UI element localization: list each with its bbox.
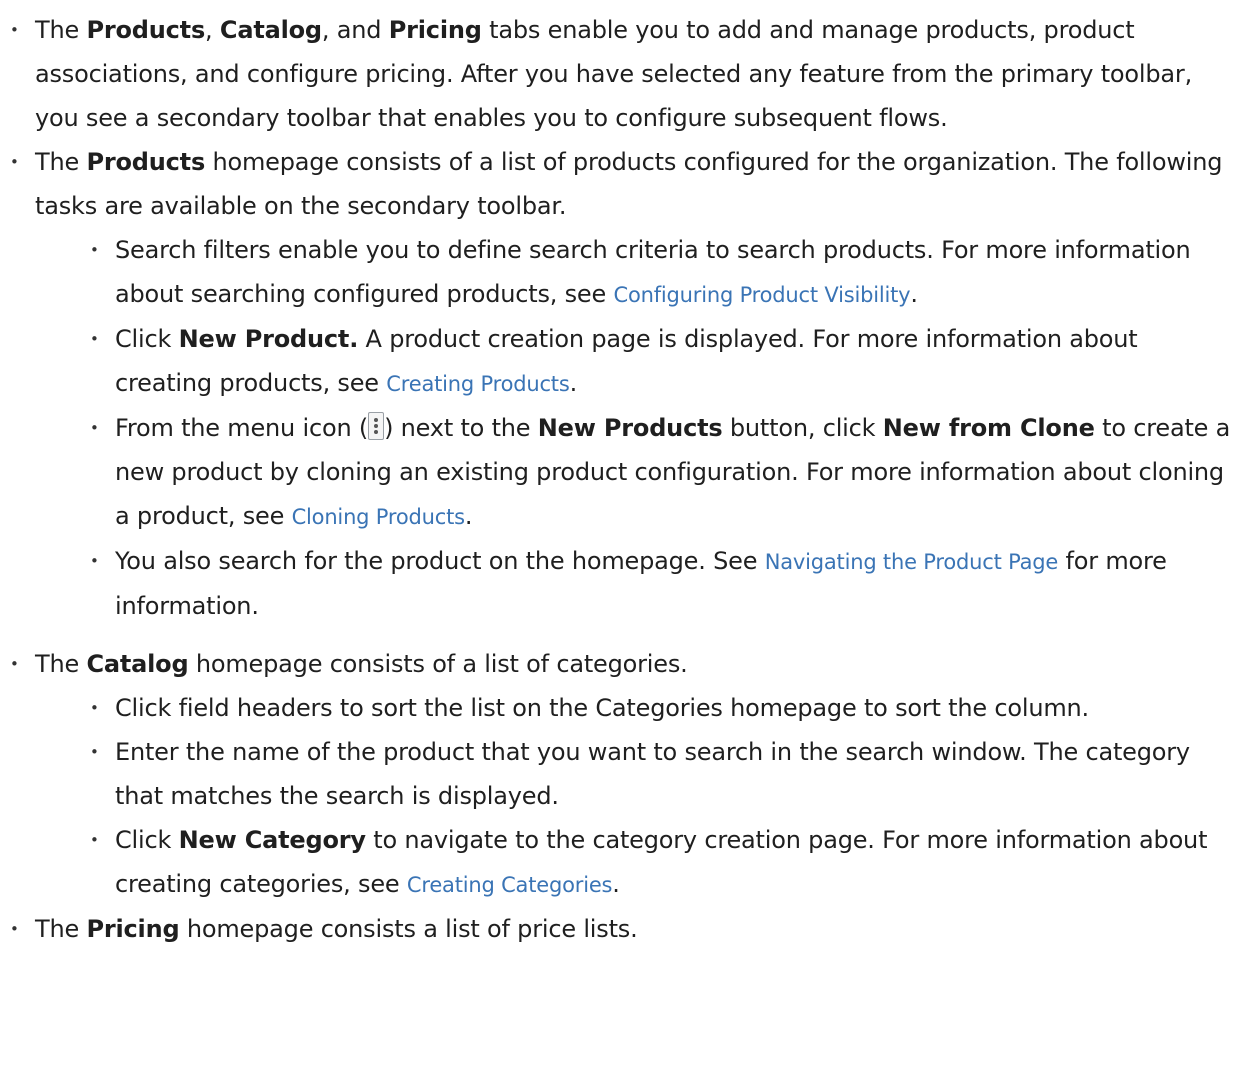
link-creating-products[interactable]: Creating Products: [386, 372, 569, 396]
text: You also search for the product on the h…: [115, 547, 765, 575]
text: .: [910, 280, 918, 308]
bold-products: Products: [86, 148, 206, 176]
text: Enter the name of the product that you w…: [115, 738, 1190, 810]
subitem-new-from-clone: From the menu icon ( ) next to the New Pr…: [90, 406, 1234, 539]
text: homepage consists a list of price lists.: [179, 915, 638, 943]
text: The: [35, 148, 87, 176]
text: homepage consists of a list of categorie…: [188, 650, 688, 678]
bold-new-from-clone: New from Clone: [882, 414, 1095, 442]
bold-pricing: Pricing: [86, 915, 180, 943]
text: .: [612, 870, 620, 898]
products-subtask-list: Search filters enable you to define sear…: [90, 228, 1234, 628]
text: From the menu icon (: [115, 414, 369, 442]
bold-products: Products: [86, 16, 206, 44]
bold-new-product: New Product.: [178, 325, 359, 353]
subitem-search-window: Enter the name of the product that you w…: [90, 730, 1234, 818]
bold-catalog: Catalog: [86, 650, 189, 678]
main-bullet-list: The Products, Catalog, and Pricing tabs …: [8, 8, 1234, 951]
subitem-new-product: Click New Product. A product creation pa…: [90, 317, 1234, 406]
text: homepage consists of a list of products …: [35, 148, 1223, 220]
subitem-sort-headers: Click field headers to sort the list on …: [90, 686, 1234, 730]
subitem-new-category: Click New Category to navigate to the ca…: [90, 818, 1234, 907]
link-navigating-product-page[interactable]: Navigating the Product Page: [765, 550, 1059, 574]
bullet-catalog-homepage: The Catalog homepage consists of a list …: [8, 642, 1234, 907]
link-configuring-product-visibility[interactable]: Configuring Product Visibility: [614, 283, 911, 307]
bullet-products-homepage: The Products homepage consists of a list…: [8, 140, 1234, 628]
bullet-pricing-homepage: The Pricing homepage consists a list of …: [8, 907, 1234, 951]
documentation-page: The Products, Catalog, and Pricing tabs …: [0, 0, 1240, 1072]
bold-pricing: Pricing: [388, 16, 482, 44]
text: The: [35, 16, 87, 44]
catalog-subtask-list: Click field headers to sort the list on …: [90, 686, 1234, 907]
text: .: [464, 502, 473, 530]
text: ) next to the: [384, 414, 538, 442]
text: button, click: [722, 414, 883, 442]
subitem-search-filters: Search filters enable you to define sear…: [90, 228, 1234, 317]
text: Click: [115, 826, 179, 854]
text: .: [569, 369, 578, 397]
vertical-ellipsis-menu-icon: [368, 412, 385, 440]
text: The: [35, 915, 87, 943]
text: , and: [321, 16, 389, 44]
link-creating-categories[interactable]: Creating Categories: [407, 873, 613, 897]
bold-catalog: Catalog: [219, 16, 322, 44]
text: The: [35, 650, 87, 678]
text: ,: [205, 16, 220, 44]
bullet-tabs-overview: The Products, Catalog, and Pricing tabs …: [8, 8, 1234, 140]
bold-new-category: New Category: [178, 826, 366, 854]
link-cloning-products[interactable]: Cloning Products: [292, 505, 465, 529]
text: Click: [115, 325, 179, 353]
bold-new-products: New Products: [537, 414, 723, 442]
text: Click field headers to sort the list on …: [115, 694, 1089, 722]
subitem-search-homepage: You also search for the product on the h…: [90, 539, 1234, 628]
